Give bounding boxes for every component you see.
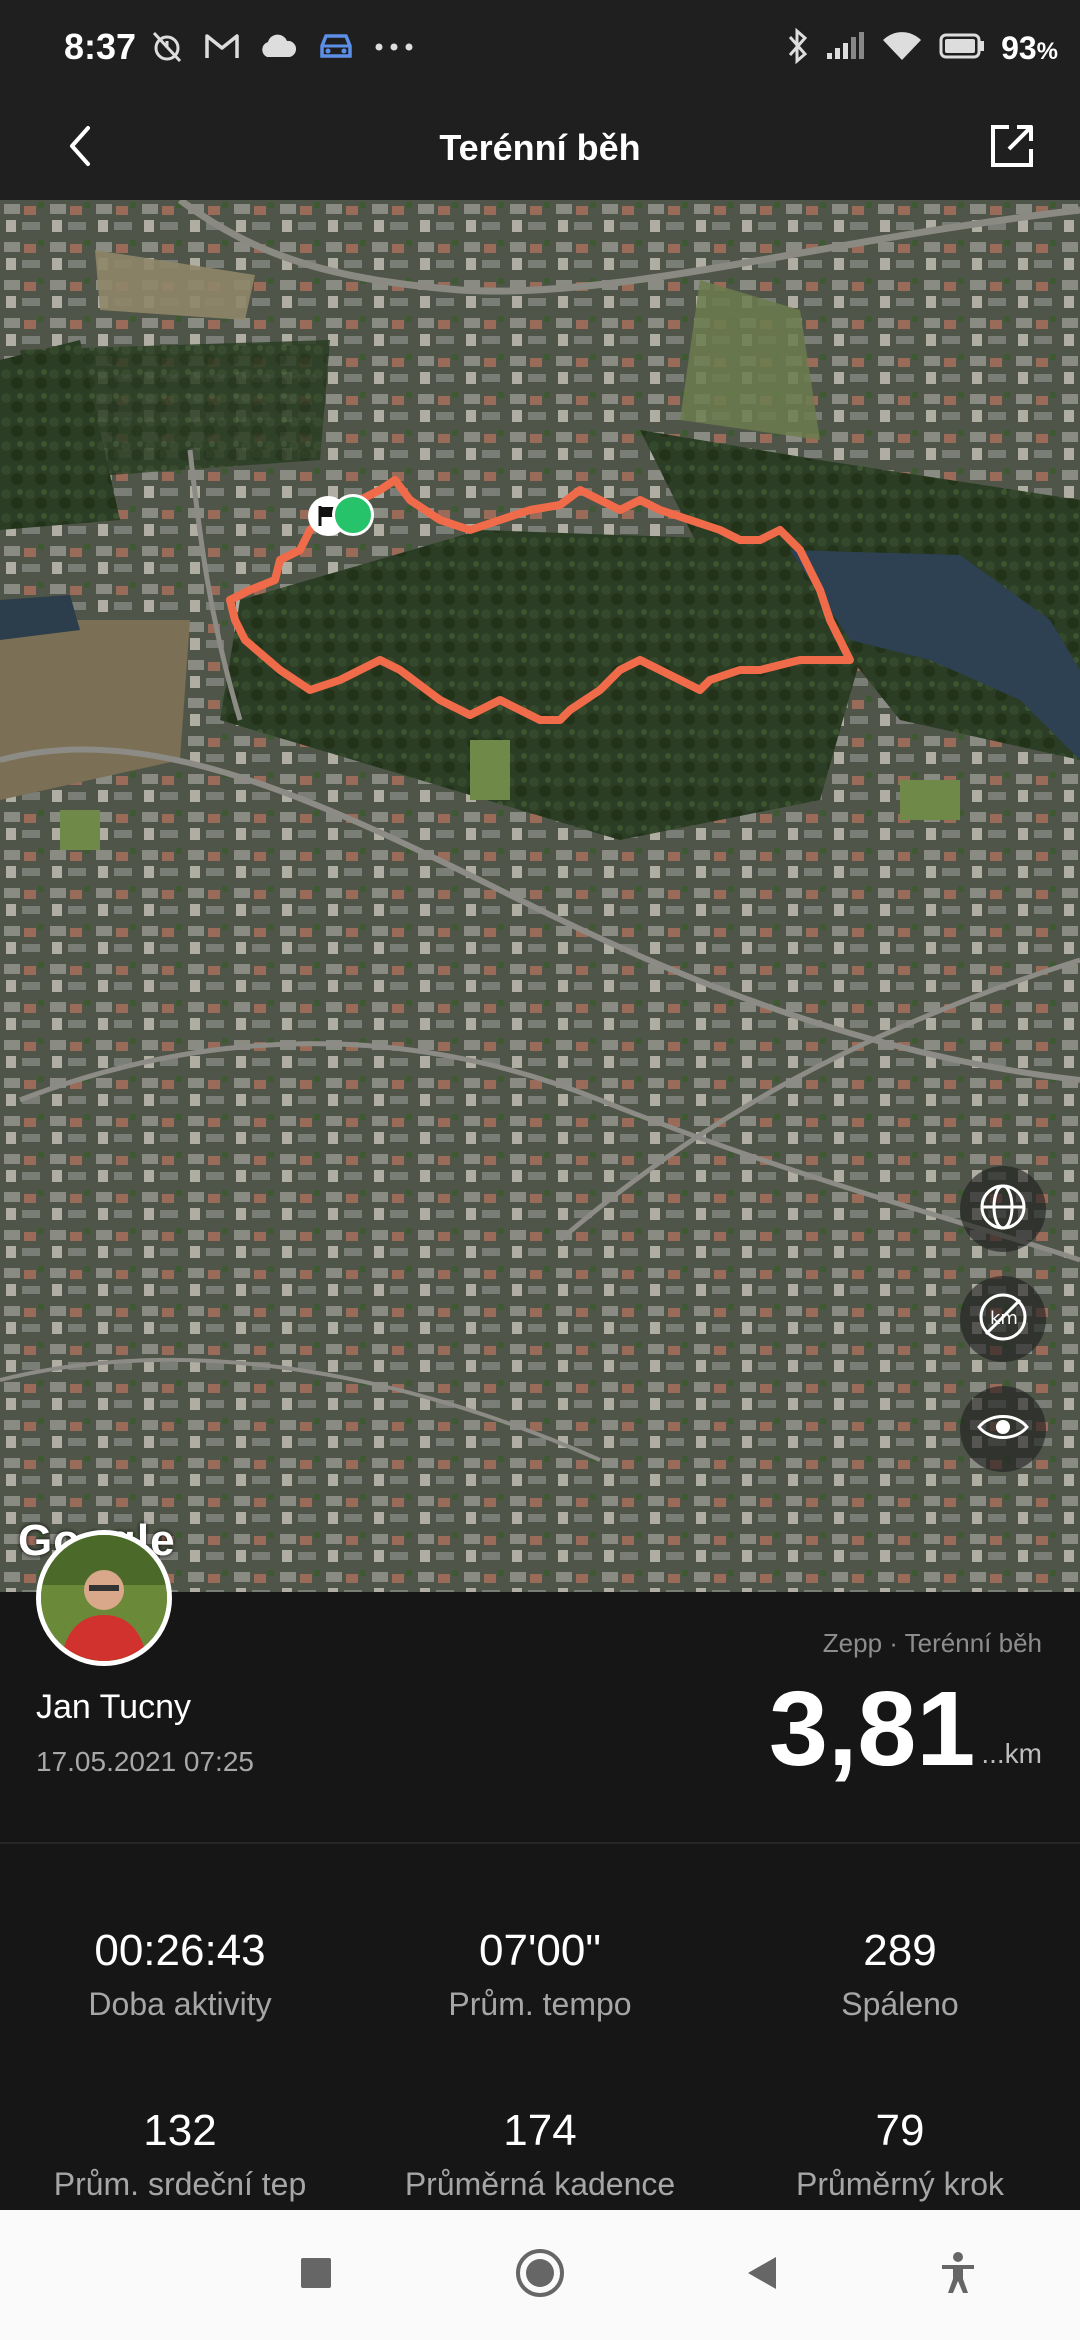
stat-label: Prům. srdeční tep [53,2166,307,2202]
battery-percent-sign: % [1036,37,1058,65]
battery-icon [939,33,985,64]
recents-button[interactable] [286,2245,346,2305]
stat-duration: 00:26:43 Doba aktivity [0,1926,360,2023]
gmail-icon [204,31,240,66]
globe-icon [977,1181,1029,1238]
user-name: Jan Tucny [36,1688,191,1726]
distance-display: 3,81 ...km [769,1676,1042,1782]
status-icons-right: 93% [787,22,1058,74]
page-title: Terénní běh [439,127,641,168]
alarm-off-icon [148,27,186,70]
stat-label: Prům. tempo [448,1986,632,2022]
back-triangle-icon [744,2253,780,2298]
stat-value: 79 [875,2106,925,2155]
stat-value: 00:26:43 [94,1926,266,1975]
app-header: Terénní běh [0,96,1080,200]
stat-label: Průměrný krok [795,2166,1005,2202]
stat-value: 289 [863,1926,937,1975]
car-icon [316,30,356,67]
recents-square-icon [299,2256,333,2295]
signal-icon [825,31,865,66]
status-icons-left [148,26,414,70]
stat-cadence: 174 Průměrná kadence [360,2106,720,2203]
km-markers-toggle[interactable]: km [960,1276,1046,1362]
bluetooth-icon [787,27,809,70]
stat-label: Doba aktivity [88,1986,272,2022]
stat-value: 174 [503,2106,577,2155]
stat-value: 132 [143,2106,217,2155]
more-dots-icon [374,39,414,57]
accessibility-icon [938,2251,978,2300]
back-button[interactable] [48,116,112,180]
cloud-icon [258,32,298,65]
avatar[interactable] [36,1530,172,1666]
back-nav-button[interactable] [732,2245,792,2305]
activity-info: Jan Tucny 17.05.2021 07:25 Zepp · Terénn… [0,1530,1080,1842]
stat-calories: 289 Spáleno [720,1926,1080,2023]
stat-value: 07'00" [479,1926,601,1975]
status-bar: 8:37 93% [0,0,1080,96]
status-time: 8:37 [64,26,137,67]
share-button[interactable] [978,114,1046,182]
stat-label: Průměrná kadence [404,2166,676,2202]
battery-percent: 93 [1001,29,1037,66]
stats-grid: 00:26:43 Doba aktivity 07'00" Prům. temp… [0,1844,1080,2210]
eye-icon [976,1410,1030,1449]
visibility-toggle[interactable] [960,1386,1046,1472]
stat-pace: 07'00" Prům. tempo [360,1926,720,2023]
satellite-imagery [0,200,1080,1592]
home-button[interactable] [510,2245,570,2305]
activity-date: 17.05.2021 07:25 [36,1746,254,1777]
stat-stride: 79 Průměrný krok [720,2106,1080,2203]
system-nav-bar [0,2210,1080,2340]
share-icon [987,121,1037,176]
start-marker [332,494,374,536]
route-map[interactable]: km Google [0,200,1080,1592]
map-type-button[interactable] [960,1166,1046,1252]
stat-heart-rate: 132 Prům. srdeční tep [0,2106,360,2203]
distance-value: 3,81 [769,1670,976,1788]
km-off-icon: km [976,1290,1030,1349]
accessibility-button[interactable] [928,2245,988,2305]
wifi-icon [881,30,923,67]
distance-unit: ...km [981,1738,1042,1769]
stat-label: Spáleno [841,1986,959,2022]
back-chevron-icon [64,122,96,175]
home-circle-icon [514,2247,566,2304]
activity-source: Zepp · Terénní běh [822,1628,1042,1658]
